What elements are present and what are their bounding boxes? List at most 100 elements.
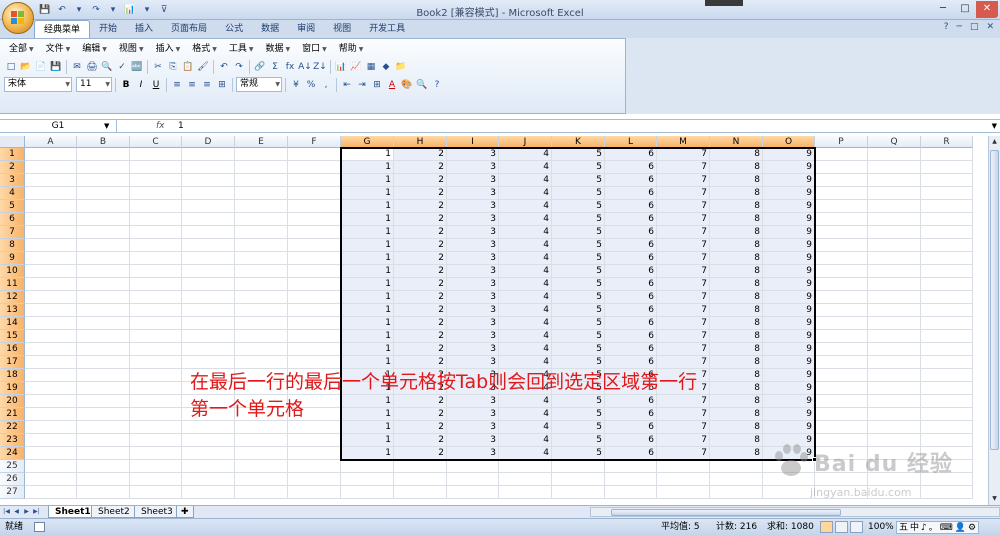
- column-header-c[interactable]: C: [130, 136, 182, 148]
- menu-edit[interactable]: 编辑 ▼: [77, 41, 112, 57]
- workbook-close-button[interactable]: ✕: [986, 22, 994, 32]
- cell[interactable]: 3: [447, 161, 499, 174]
- tab-page-layout[interactable]: 页面布局: [162, 20, 216, 38]
- cell[interactable]: [288, 161, 341, 174]
- cell[interactable]: [499, 473, 552, 486]
- cell[interactable]: 8: [710, 278, 763, 291]
- cell[interactable]: [130, 421, 182, 434]
- cell[interactable]: 9: [763, 265, 815, 278]
- cell[interactable]: [657, 460, 710, 473]
- font-name-combo[interactable]: 宋体 ▼: [4, 77, 72, 92]
- cell[interactable]: 6: [605, 434, 657, 447]
- cell[interactable]: [394, 460, 447, 473]
- cell[interactable]: [288, 304, 341, 317]
- cell[interactable]: [77, 408, 130, 421]
- table-icon[interactable]: ▦: [364, 60, 378, 74]
- cell[interactable]: 7: [657, 343, 710, 356]
- cell[interactable]: [868, 317, 921, 330]
- cell[interactable]: [868, 252, 921, 265]
- cell[interactable]: 8: [710, 187, 763, 200]
- cell[interactable]: [130, 291, 182, 304]
- hyperlink-icon[interactable]: 🔗: [253, 60, 267, 74]
- cell[interactable]: [25, 356, 77, 369]
- cell[interactable]: [288, 330, 341, 343]
- cell[interactable]: [657, 473, 710, 486]
- cell[interactable]: 2: [394, 343, 447, 356]
- cell[interactable]: [25, 226, 77, 239]
- cell[interactable]: 4: [499, 200, 552, 213]
- sheet-tab-sheet3[interactable]: Sheet3: [134, 506, 180, 518]
- cell[interactable]: [77, 330, 130, 343]
- cell[interactable]: [288, 434, 341, 447]
- cell[interactable]: [25, 174, 77, 187]
- scroll-up-icon[interactable]: ▲: [989, 136, 1000, 148]
- cell[interactable]: 5: [552, 330, 605, 343]
- cell[interactable]: [25, 161, 77, 174]
- chevron-down-icon[interactable]: ▼: [104, 120, 109, 132]
- column-header-f[interactable]: F: [288, 136, 341, 148]
- cell[interactable]: [25, 239, 77, 252]
- cell[interactable]: 3: [447, 278, 499, 291]
- cell[interactable]: 6: [605, 148, 657, 161]
- cell[interactable]: 1: [341, 291, 394, 304]
- cell[interactable]: [77, 200, 130, 213]
- row-header[interactable]: 6: [0, 213, 25, 226]
- cell[interactable]: [77, 356, 130, 369]
- cell[interactable]: 1: [341, 265, 394, 278]
- row-header[interactable]: 22: [0, 421, 25, 434]
- ime-wubi-icon[interactable]: 五: [899, 522, 908, 533]
- column-header-h[interactable]: H: [394, 136, 447, 148]
- cell[interactable]: [394, 473, 447, 486]
- cell[interactable]: [868, 200, 921, 213]
- cell[interactable]: [921, 408, 973, 421]
- cell[interactable]: [77, 252, 130, 265]
- cell[interactable]: 9: [763, 343, 815, 356]
- cell[interactable]: [130, 200, 182, 213]
- row-header[interactable]: 19: [0, 382, 25, 395]
- cell[interactable]: [815, 239, 868, 252]
- row-header[interactable]: 13: [0, 304, 25, 317]
- cell[interactable]: 5: [552, 434, 605, 447]
- close-button[interactable]: ✕: [976, 1, 998, 18]
- cell[interactable]: 2: [394, 148, 447, 161]
- cell[interactable]: 7: [657, 330, 710, 343]
- paste-icon[interactable]: 📋: [181, 60, 195, 74]
- email-icon[interactable]: ✉: [70, 60, 84, 74]
- cell[interactable]: [130, 226, 182, 239]
- cell[interactable]: 8: [710, 330, 763, 343]
- cell[interactable]: [25, 265, 77, 278]
- autosum-icon[interactable]: Σ: [268, 60, 282, 74]
- cell[interactable]: [77, 304, 130, 317]
- cell[interactable]: [25, 473, 77, 486]
- column-header-n[interactable]: N: [710, 136, 763, 148]
- cell[interactable]: [552, 473, 605, 486]
- cell[interactable]: [921, 382, 973, 395]
- cell[interactable]: [288, 174, 341, 187]
- cell[interactable]: 8: [710, 161, 763, 174]
- cell[interactable]: [815, 343, 868, 356]
- cell[interactable]: [710, 473, 763, 486]
- font-size-combo[interactable]: 11 ▼: [76, 77, 112, 92]
- cell[interactable]: 6: [605, 252, 657, 265]
- cell[interactable]: [130, 434, 182, 447]
- cell[interactable]: 4: [499, 434, 552, 447]
- undo-icon[interactable]: ↶: [217, 60, 231, 74]
- cell[interactable]: 5: [552, 265, 605, 278]
- cell[interactable]: [25, 200, 77, 213]
- cell[interactable]: 6: [605, 226, 657, 239]
- cell[interactable]: [868, 174, 921, 187]
- cell[interactable]: 6: [605, 343, 657, 356]
- worksheet-grid[interactable]: ABCDEFGHIJKLMNOPQR 112345678921234567893…: [0, 136, 988, 505]
- copy-icon[interactable]: ⎘: [166, 60, 180, 74]
- cell[interactable]: 7: [657, 304, 710, 317]
- cell[interactable]: [182, 473, 235, 486]
- cell[interactable]: [815, 317, 868, 330]
- cell[interactable]: [182, 252, 235, 265]
- cell[interactable]: [25, 408, 77, 421]
- cell[interactable]: [921, 369, 973, 382]
- cell[interactable]: 6: [605, 174, 657, 187]
- column-header-r[interactable]: R: [921, 136, 973, 148]
- fill-handle[interactable]: [812, 457, 817, 462]
- cell[interactable]: [815, 278, 868, 291]
- cell[interactable]: [288, 291, 341, 304]
